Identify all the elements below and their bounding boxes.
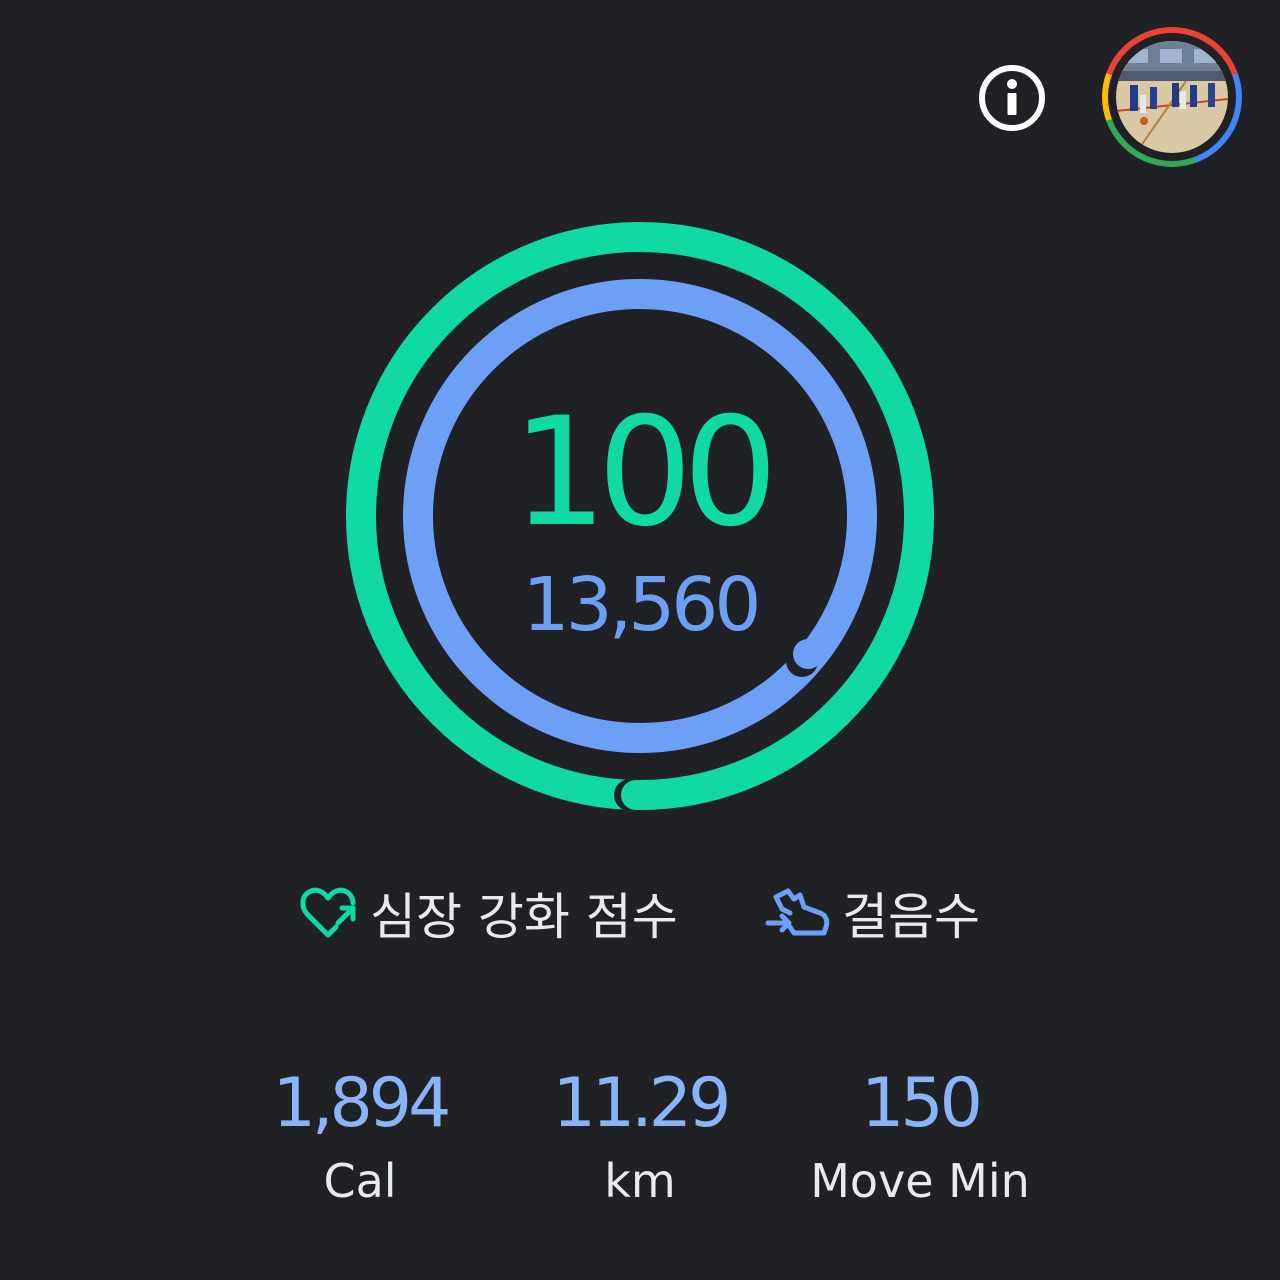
fit-home-screen: 100 13,560 심장 강화 점수 걸음수 1,894 Cal 11.29 … <box>0 0 1280 1280</box>
distance-label: km <box>604 1154 676 1208</box>
steps-ring-overlap-cap <box>793 639 823 669</box>
distance-value: 11.29 <box>552 1064 732 1143</box>
info-button[interactable] <box>976 62 1048 134</box>
move-min-value: 150 <box>861 1064 983 1143</box>
steps-shoe-icon <box>765 888 830 936</box>
heart-points-icon <box>300 887 356 938</box>
move-min-label: Move Min <box>810 1154 1030 1208</box>
calories-value: 1,894 <box>272 1064 452 1143</box>
steps-label: 걸음수 <box>842 888 980 946</box>
info-icon <box>979 65 1045 131</box>
heart-points-ring <box>346 222 934 810</box>
profile-avatar-button[interactable] <box>1102 27 1242 167</box>
avatar <box>1116 41 1228 153</box>
heart-points-label: 심장 강화 점수 <box>370 888 678 946</box>
avatar-photo-gym <box>1116 41 1228 153</box>
distance-stat[interactable]: 11.29 km <box>490 1062 790 1210</box>
calories-label: Cal <box>323 1154 397 1208</box>
calories-stat[interactable]: 1,894 Cal <box>210 1062 510 1210</box>
heart-points-ring-overlap-cap <box>621 780 651 810</box>
move-min-stat[interactable]: 150 Move Min <box>770 1062 1070 1210</box>
heart-points-legend[interactable]: 심장 강화 점수 <box>298 878 678 948</box>
activity-rings[interactable] <box>340 218 940 818</box>
steps-legend[interactable]: 걸음수 <box>764 878 980 948</box>
